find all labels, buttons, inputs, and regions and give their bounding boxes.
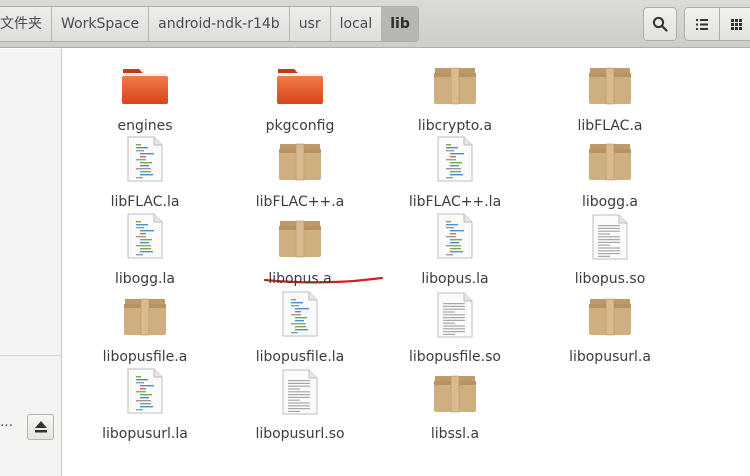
breadcrumb-lib[interactable]: lib	[381, 7, 418, 41]
breadcrumb-usr[interactable]: usr	[288, 7, 330, 41]
file-item[interactable]: libFLAC++.a	[225, 137, 375, 213]
file-item[interactable]: libcrypto.a	[380, 61, 530, 137]
search-button[interactable]	[643, 7, 677, 41]
file-name: libopusurl.so	[255, 426, 345, 442]
script-file-icon	[127, 213, 163, 263]
file-name: libogg.a	[581, 194, 639, 210]
file-item[interactable]: libopusurl.so	[225, 369, 375, 445]
archive-icon	[277, 217, 323, 263]
file-item[interactable]: libopusurl.la	[70, 368, 220, 445]
file-name: libFLAC++.la	[408, 194, 502, 210]
header-bar: 文件夹 WorkSpace android-ndk-r14b usr local…	[0, 0, 750, 48]
file-item[interactable]: libopusurl.a	[535, 292, 685, 368]
file-item[interactable]: libogg.a	[535, 137, 685, 213]
breadcrumb-android-ndk[interactable]: android-ndk-r14b	[148, 7, 289, 41]
file-name: libcrypto.a	[417, 118, 493, 134]
list-view-icon	[695, 18, 708, 30]
file-name: libopus.so	[574, 271, 646, 287]
file-name: libssl.a	[430, 426, 480, 442]
file-item[interactable]: libFLAC.la	[70, 136, 220, 213]
grid-view-button[interactable]	[718, 8, 750, 40]
file-name: libopusfile.a	[102, 349, 188, 365]
view-toggle	[684, 7, 750, 41]
file-grid: engines pkgconfig libcrypto.a libFLAC.a libF…	[63, 49, 750, 476]
script-file-icon	[127, 136, 163, 186]
breadcrumb: 文件夹 WorkSpace android-ndk-r14b usr local…	[0, 6, 419, 42]
list-view-button[interactable]	[685, 8, 719, 40]
folder-icon	[276, 65, 324, 109]
file-item[interactable]: libssl.a	[380, 369, 530, 445]
script-file-icon	[437, 136, 473, 186]
file-name: libopusfile.so	[409, 349, 501, 365]
text-file-icon	[437, 292, 473, 342]
archive-icon	[432, 64, 478, 110]
text-file-icon	[282, 369, 318, 419]
file-item[interactable]: libopus.a	[225, 214, 375, 290]
breadcrumb-workspace[interactable]: WorkSpace	[51, 7, 148, 41]
text-file-icon	[592, 214, 628, 264]
file-item[interactable]: engines	[70, 61, 220, 137]
eject-button[interactable]	[27, 414, 54, 440]
file-name: libopus.la	[421, 271, 489, 287]
eject-icon	[34, 421, 47, 433]
file-name: libFLAC++.a	[255, 194, 345, 210]
file-name: libopusurl.la	[102, 426, 188, 442]
file-name: libopus.a	[268, 271, 332, 287]
file-item[interactable]: libopus.so	[535, 214, 685, 290]
file-name: pkgconfig	[265, 118, 335, 134]
archive-icon	[587, 295, 633, 341]
file-item[interactable]: libFLAC++.la	[380, 136, 530, 213]
file-item[interactable]: libFLAC.a	[535, 61, 685, 137]
file-item[interactable]: libopusfile.so	[380, 292, 530, 368]
file-name: libFLAC.a	[577, 118, 643, 134]
sidebar-divider	[0, 355, 61, 356]
sidebar-truncated-label[interactable]: …	[0, 415, 14, 430]
script-file-icon	[437, 213, 473, 263]
script-file-icon	[282, 291, 318, 341]
archive-icon	[432, 372, 478, 418]
file-item[interactable]: libopus.la	[380, 213, 530, 290]
folder-icon	[121, 65, 169, 109]
file-name: engines	[117, 118, 173, 134]
file-item[interactable]: libopusfile.a	[70, 292, 220, 368]
file-name: libopusurl.a	[569, 349, 651, 365]
file-name: libFLAC.la	[110, 194, 180, 210]
sidebar: …	[0, 49, 62, 476]
file-name: libopusfile.la	[255, 349, 345, 365]
archive-icon	[277, 140, 323, 186]
breadcrumb-folder[interactable]: 文件夹	[0, 7, 51, 41]
archive-icon	[122, 295, 168, 341]
breadcrumb-local[interactable]: local	[329, 7, 382, 41]
archive-icon	[587, 64, 633, 110]
file-item[interactable]: pkgconfig	[225, 61, 375, 137]
search-icon	[652, 16, 668, 32]
archive-icon	[587, 140, 633, 186]
grid-view-icon	[730, 18, 742, 30]
file-name: libogg.la	[115, 271, 175, 287]
script-file-icon	[127, 368, 163, 418]
file-item[interactable]: libogg.la	[70, 213, 220, 290]
file-item[interactable]: libopusfile.la	[225, 291, 375, 368]
